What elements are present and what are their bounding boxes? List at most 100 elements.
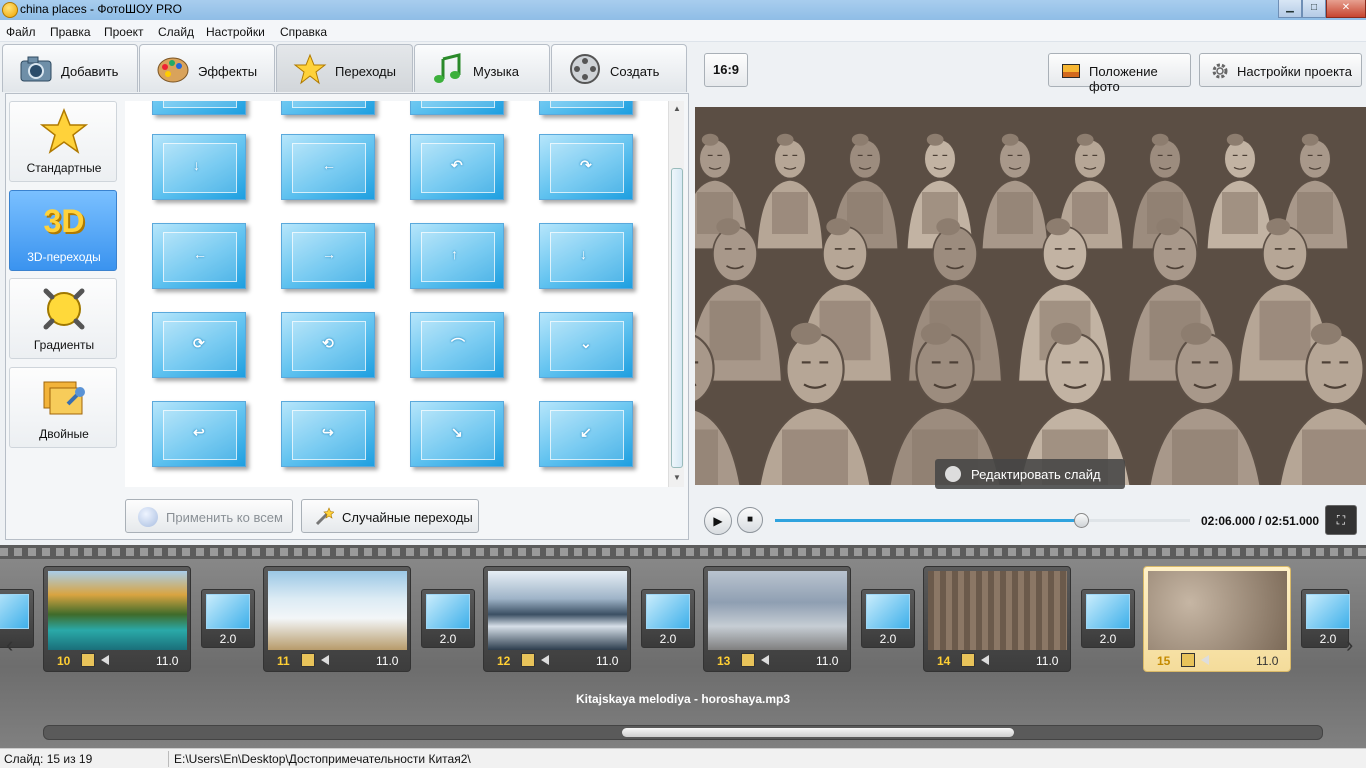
transition-slot[interactable]: 2.0 — [1081, 589, 1135, 648]
tab-music[interactable]: Музыка — [414, 44, 550, 92]
scroll-thumb[interactable] — [622, 728, 1014, 737]
scroll-thumb[interactable] — [671, 168, 683, 468]
random-transitions-button[interactable]: Случайные переходы — [301, 499, 479, 533]
edit-pencil-icon[interactable] — [1181, 653, 1195, 667]
transition-thumb[interactable]: ↷ — [539, 134, 633, 200]
transition-thumb[interactable]: ↙ — [539, 401, 633, 467]
transition-thumb[interactable]: ← — [152, 223, 246, 289]
transition-preview — [206, 594, 250, 629]
app-logo-icon — [2, 2, 18, 18]
edit-pencil-icon[interactable] — [741, 653, 755, 667]
slide-preview[interactable] — [695, 107, 1366, 485]
button-label: Редактировать слайд — [971, 467, 1101, 482]
transition-frame — [163, 101, 237, 108]
transition-thumb[interactable]: ↑ — [410, 223, 504, 289]
horizontal-scrollbar[interactable] — [43, 725, 1323, 740]
transition-thumb[interactable]: ↩ — [152, 401, 246, 467]
edit-pencil-icon[interactable] — [961, 653, 975, 667]
slide-item[interactable]: 13 11.0 — [703, 566, 851, 672]
tab-label: Добавить — [61, 64, 119, 79]
transition-thumb[interactable] — [539, 101, 633, 115]
aspect-ratio-button[interactable]: 16:9 — [704, 53, 748, 87]
menu-slide[interactable]: Слайд — [158, 25, 194, 39]
transition-thumb[interactable]: ↓ — [152, 134, 246, 200]
playback-progress[interactable] — [775, 513, 1190, 528]
transition-thumb[interactable] — [281, 101, 375, 115]
audio-track-label: Kitajskaya melodiya - horoshaya.mp3 — [575, 692, 791, 706]
category-standard[interactable]: Стандартные — [9, 101, 117, 182]
transition-thumb[interactable]: ↶ — [410, 134, 504, 200]
category-gradients[interactable]: Градиенты — [9, 278, 117, 359]
transition-thumb[interactable]: ⟳ — [152, 312, 246, 378]
slide-item[interactable]: 14 11.0 — [923, 566, 1071, 672]
maximize-button[interactable]: □ — [1302, 0, 1326, 18]
sound-icon[interactable] — [541, 655, 549, 665]
tab-add[interactable]: Добавить — [2, 44, 138, 92]
slide-duration: 11.0 — [1036, 654, 1059, 668]
transition-slot[interactable]: 2.0 — [641, 589, 695, 648]
menu-edit[interactable]: Правка — [50, 25, 91, 39]
transition-thumb[interactable]: ↓ — [539, 223, 633, 289]
tab-label: Музыка — [473, 64, 519, 79]
transition-duration: 2.0 — [219, 632, 237, 646]
tab-transitions[interactable]: Переходы — [276, 44, 413, 92]
category-3d[interactable]: 3D 3D-переходы — [9, 190, 117, 271]
menu-settings[interactable]: Настройки — [206, 25, 265, 39]
transition-slot[interactable]: 2.0 — [421, 589, 475, 648]
transitions-grid: ↓ ← ↶ ↷ ← → ↑ ↓ ⟳ ⟲ ⌒ ⌄ ↩ ↪ ↘ ↙ — [125, 101, 668, 487]
scroll-left-icon[interactable]: ‹ — [6, 633, 22, 657]
gear-icon — [1212, 63, 1228, 79]
progress-knob[interactable] — [1073, 513, 1089, 528]
transition-slot[interactable]: 2.0 — [861, 589, 915, 648]
slide-duration: 11.0 — [1256, 654, 1279, 668]
edit-pencil-icon[interactable] — [521, 653, 535, 667]
slide-item[interactable]: 10 11.0 — [43, 566, 191, 672]
transition-thumb[interactable]: ⌄ — [539, 312, 633, 378]
slide-item[interactable]: 12 11.0 — [483, 566, 631, 672]
minimize-button[interactable]: ▁ — [1278, 0, 1302, 18]
photo-position-button[interactable]: Положение фото — [1048, 53, 1191, 94]
edit-pencil-icon[interactable] — [301, 653, 315, 667]
edit-pencil-icon[interactable] — [81, 653, 95, 667]
transition-arrow-icon: ⟲ — [322, 335, 334, 351]
sound-icon[interactable] — [101, 655, 109, 665]
transition-thumb[interactable]: ← — [281, 134, 375, 200]
sound-icon[interactable] — [321, 655, 329, 665]
menu-file[interactable]: Файл — [6, 25, 36, 39]
menu-project[interactable]: Проект — [104, 25, 144, 39]
transition-thumb[interactable]: ↪ — [281, 401, 375, 467]
scroll-down-icon[interactable]: ▼ — [671, 472, 683, 484]
transition-thumb[interactable] — [410, 101, 504, 115]
transition-arrow-icon: ↶ — [451, 157, 463, 173]
scroll-up-icon[interactable]: ▲ — [671, 103, 683, 115]
sound-icon[interactable] — [1201, 655, 1209, 665]
vertical-scrollbar[interactable]: ▲ ▼ — [668, 101, 684, 487]
fullscreen-button[interactable]: ⛶ — [1325, 505, 1357, 535]
transition-thumb[interactable]: → — [281, 223, 375, 289]
slide-item[interactable]: 11 11.0 — [263, 566, 411, 672]
play-button[interactable]: ▶ — [704, 507, 732, 535]
transition-thumb[interactable]: ⌒ — [410, 312, 504, 378]
transition-thumb[interactable]: ↘ — [410, 401, 504, 467]
tab-effects[interactable]: Эффекты — [139, 44, 275, 92]
sound-icon[interactable] — [981, 655, 989, 665]
slide-item[interactable]: 15 11.0 — [1143, 566, 1291, 672]
slide-number: 10 — [57, 654, 71, 668]
scroll-right-icon[interactable]: › — [1346, 633, 1362, 657]
transition-thumb[interactable] — [152, 101, 246, 115]
transition-thumb[interactable]: ⟲ — [281, 312, 375, 378]
edit-slide-button[interactable]: Редактировать слайд — [935, 459, 1125, 489]
menu-help[interactable]: Справка — [280, 25, 327, 39]
transition-slot[interactable]: 2.0 — [1301, 589, 1350, 648]
slide-number: 13 — [717, 654, 731, 668]
close-button[interactable]: ✕ — [1326, 0, 1366, 18]
stop-button[interactable]: ■ — [737, 507, 763, 533]
left-panel: Добавить Эффекты Переходы Музыка Создать… — [0, 42, 692, 545]
category-double[interactable]: Двойные — [9, 367, 117, 448]
sound-icon[interactable] — [761, 655, 769, 665]
category-label: 3D-переходы — [27, 250, 101, 264]
apply-to-all-button[interactable]: Применить ко всем — [125, 499, 293, 533]
tab-create[interactable]: Создать — [551, 44, 687, 92]
project-settings-button[interactable]: Настройки проекта — [1199, 53, 1362, 87]
transition-slot[interactable]: 2.0 — [201, 589, 255, 648]
